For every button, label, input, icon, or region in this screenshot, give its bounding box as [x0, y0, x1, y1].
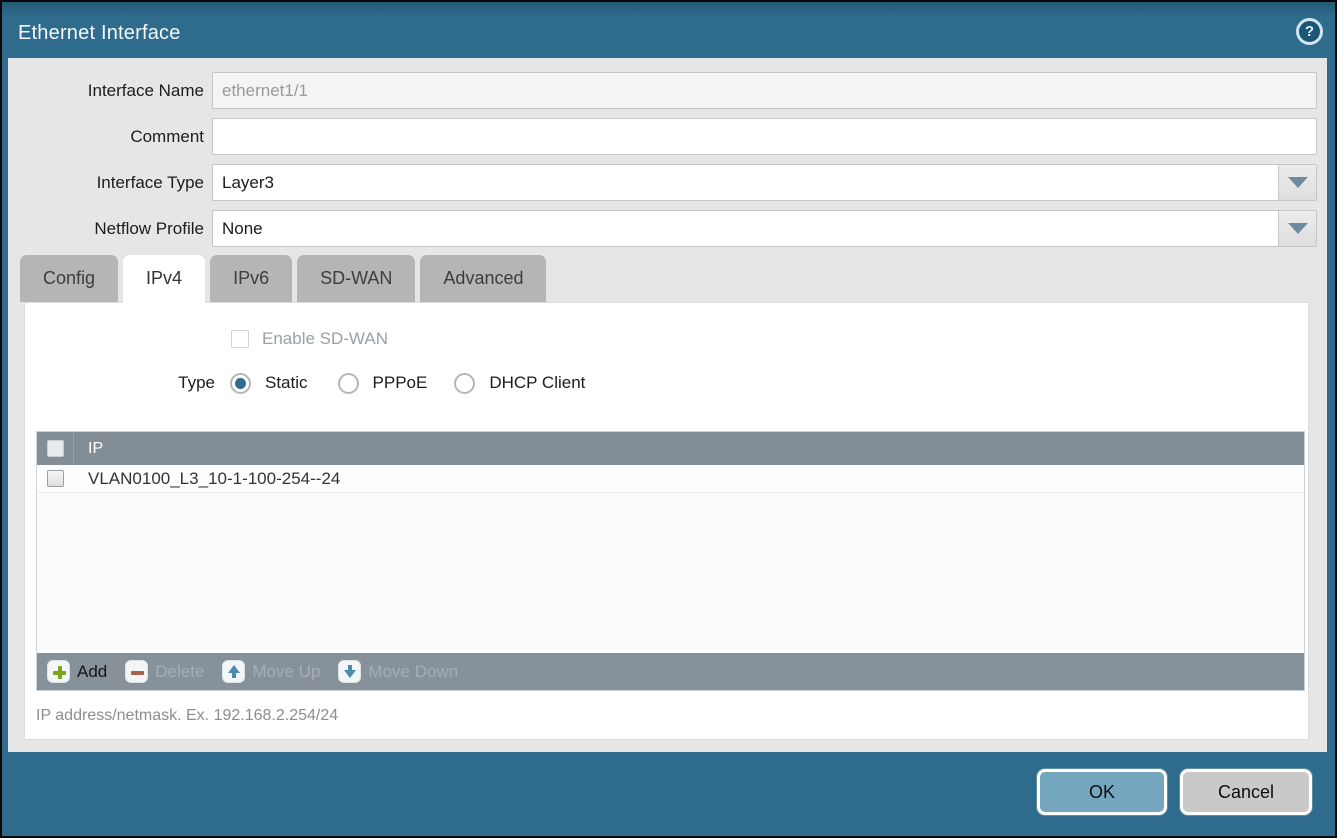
interface-type-dropdown-button[interactable] [1278, 165, 1316, 200]
table-row[interactable]: VLAN0100_L3_10-1-100-254--24 [37, 465, 1304, 493]
type-option-pppoe-label: PPPoE [373, 373, 428, 393]
type-option-static-label: Static [265, 373, 308, 393]
netflow-profile-label: Netflow Profile [28, 210, 204, 247]
header-checkbox-cell [37, 432, 74, 465]
arrow-down-icon [338, 660, 361, 683]
comment-label: Comment [28, 118, 204, 155]
minus-icon [125, 660, 148, 683]
ip-format-hint: IP address/netmask. Ex. 192.168.2.254/24 [36, 707, 338, 725]
ip-address-table: IP VLAN0100_L3_10-1-100-254--24 Add [36, 431, 1305, 691]
table-toolbar: Add Delete Move Up Move Down [37, 653, 1304, 690]
row-checkbox[interactable] [47, 470, 64, 487]
move-down-button[interactable]: Move Down [338, 660, 458, 683]
type-radio-static[interactable] [230, 373, 251, 394]
dialog-title: Ethernet Interface [18, 22, 181, 45]
tab-config[interactable]: Config [20, 255, 118, 302]
chevron-down-icon [1288, 223, 1308, 234]
table-empty-area [37, 493, 1304, 653]
help-icon[interactable]: ? [1296, 18, 1323, 45]
ip-column-header: IP [74, 432, 103, 465]
interface-type-label: Interface Type [28, 164, 204, 201]
plus-icon [47, 660, 70, 683]
select-all-checkbox[interactable] [47, 440, 64, 457]
move-up-button[interactable]: Move Up [222, 660, 320, 683]
cancel-button[interactable]: Cancel [1180, 769, 1312, 815]
dialog-body: Interface Name Comment Interface Type La… [8, 58, 1327, 752]
interface-name-field [212, 72, 1317, 109]
netflow-profile-select[interactable]: None [212, 210, 1317, 247]
type-option-dhcp-label: DHCP Client [489, 373, 585, 393]
tab-sdwan[interactable]: SD-WAN [297, 255, 415, 302]
ok-button[interactable]: OK [1037, 769, 1167, 815]
ipv4-tab-panel: Enable SD-WAN Type Static PPPoE DHCP Cli… [24, 302, 1309, 740]
arrow-up-icon [222, 660, 245, 683]
enable-sdwan-label: Enable SD-WAN [262, 329, 388, 349]
tab-advanced[interactable]: Advanced [420, 255, 546, 302]
chevron-down-icon [1288, 177, 1308, 188]
row-checkbox-cell [37, 470, 74, 487]
type-radio-row: Type Static PPPoE DHCP Client [175, 369, 585, 397]
ethernet-interface-dialog: Ethernet Interface ? Interface Name Comm… [0, 0, 1337, 838]
type-radio-dhcp-client[interactable] [454, 373, 475, 394]
interface-type-select[interactable]: Layer3 [212, 164, 1317, 201]
interface-name-label: Interface Name [28, 72, 204, 109]
ip-table-header: IP [37, 432, 1304, 465]
netflow-profile-value: None [213, 211, 1278, 246]
enable-sdwan-row: Enable SD-WAN [231, 329, 388, 349]
type-radio-pppoe[interactable] [338, 373, 359, 394]
comment-field[interactable] [212, 118, 1317, 155]
row-ip-value: VLAN0100_L3_10-1-100-254--24 [74, 469, 340, 489]
interface-type-value: Layer3 [213, 165, 1278, 200]
netflow-profile-dropdown-button[interactable] [1278, 211, 1316, 246]
tab-bar: Config IPv4 IPv6 SD-WAN Advanced [20, 255, 551, 302]
enable-sdwan-checkbox[interactable] [231, 330, 249, 348]
delete-button[interactable]: Delete [125, 660, 204, 683]
tab-ipv6[interactable]: IPv6 [210, 255, 292, 302]
tab-ipv4[interactable]: IPv4 [123, 255, 205, 303]
type-label: Type [175, 373, 215, 393]
add-button[interactable]: Add [47, 660, 107, 683]
